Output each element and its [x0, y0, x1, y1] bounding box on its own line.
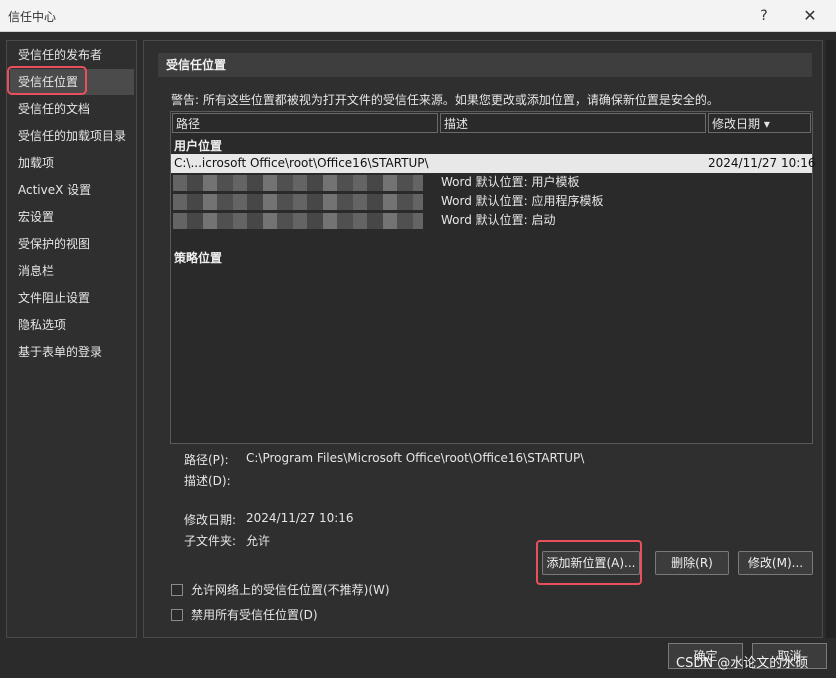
- description-label: 描述(D):: [184, 474, 231, 488]
- redacted-path: [173, 175, 423, 191]
- table-row[interactable]: C:\...icrosoft Office\root\Office16\STAR…: [171, 154, 816, 173]
- row-path: C:\...icrosoft Office\root\Office16\STAR…: [174, 156, 429, 170]
- column-header-path[interactable]: 路径: [172, 113, 438, 133]
- redacted-path: [173, 213, 423, 229]
- row-date: 2024/11/27 10:16: [708, 156, 816, 170]
- modified-date-label: 修改日期:: [184, 513, 237, 527]
- disable-all-checkbox[interactable]: [171, 609, 183, 621]
- sidebar-item-form-login[interactable]: 基于表单的登录: [10, 339, 134, 365]
- row-description: Word 默认位置: 启动: [441, 213, 556, 227]
- right-edge: [826, 40, 836, 638]
- sidebar-item-protected-view[interactable]: 受保护的视图: [10, 231, 134, 257]
- allow-network-label[interactable]: 允许网络上的受信任位置(不推荐)(W): [191, 581, 390, 599]
- csdn-watermark: CSDN @水论文的水硕: [676, 656, 809, 671]
- column-header-date[interactable]: 修改日期 ▾: [708, 113, 811, 133]
- path-label: 路径(P):: [184, 453, 229, 467]
- main-panel: 受信任位置 警告: 所有这些位置都被视为打开文件的受信任来源。如果您更改或添加位…: [143, 40, 823, 638]
- row-description: Word 默认位置: 用户模板: [441, 175, 580, 189]
- sidebar-item-privacy[interactable]: 隐私选项: [10, 312, 134, 338]
- title-bar: 信任中心 ? ✕: [0, 0, 836, 32]
- sidebar-item-message-bar[interactable]: 消息栏: [10, 258, 134, 284]
- table-row[interactable]: Word 默认位置: 启动: [171, 211, 812, 230]
- sidebar-item-file-block[interactable]: 文件阻止设置: [10, 285, 134, 311]
- sidebar-item-macro-settings[interactable]: 宏设置: [10, 204, 134, 230]
- help-button[interactable]: ?: [746, 4, 782, 28]
- allow-network-checkbox[interactable]: [171, 584, 183, 596]
- column-header-description[interactable]: 描述: [440, 113, 706, 133]
- trusted-locations-list[interactable]: 路径 描述 修改日期 ▾ 用户位置 C:\...icrosoft Office\…: [170, 111, 816, 444]
- sidebar: 受信任的发布者 受信任位置 受信任的文档 受信任的加载项目录 加载项 Activ…: [6, 40, 137, 638]
- modified-date-value: 2024/11/27 10:16: [246, 511, 354, 525]
- modify-button[interactable]: 修改(M)...: [738, 551, 813, 575]
- annotation-highlight-add-button: [536, 540, 642, 585]
- annotation-highlight-sidebar: [7, 66, 87, 95]
- sidebar-item-trusted-addin-catalogs[interactable]: 受信任的加载项目录: [10, 123, 134, 149]
- sidebar-item-trusted-publishers[interactable]: 受信任的发布者: [10, 42, 134, 68]
- section-title: 受信任位置: [158, 53, 812, 77]
- table-row[interactable]: Word 默认位置: 用户模板: [171, 173, 812, 192]
- group-title-policy: 策略位置: [174, 251, 223, 265]
- window-title: 信任中心: [8, 10, 57, 24]
- table-row[interactable]: Word 默认位置: 应用程序模板: [171, 192, 812, 211]
- sidebar-item-addins[interactable]: 加载项: [10, 150, 134, 176]
- subfolder-value: 允许: [246, 534, 271, 548]
- row-description: Word 默认位置: 应用程序模板: [441, 194, 604, 208]
- path-value: C:\Program Files\Microsoft Office\root\O…: [246, 451, 585, 465]
- warning-text: 警告: 所有这些位置都被视为打开文件的受信任来源。如果您更改或添加位置，请确保新…: [171, 93, 719, 107]
- disable-all-label[interactable]: 禁用所有受信任位置(D): [191, 606, 318, 624]
- subfolder-label: 子文件夹:: [184, 534, 237, 548]
- redacted-path: [173, 194, 423, 210]
- group-title-user: 用户位置: [174, 139, 223, 153]
- close-button[interactable]: ✕: [792, 4, 828, 28]
- remove-button[interactable]: 删除(R): [655, 551, 729, 575]
- sidebar-item-activex[interactable]: ActiveX 设置: [10, 177, 134, 203]
- sidebar-item-trusted-documents[interactable]: 受信任的文档: [10, 96, 134, 122]
